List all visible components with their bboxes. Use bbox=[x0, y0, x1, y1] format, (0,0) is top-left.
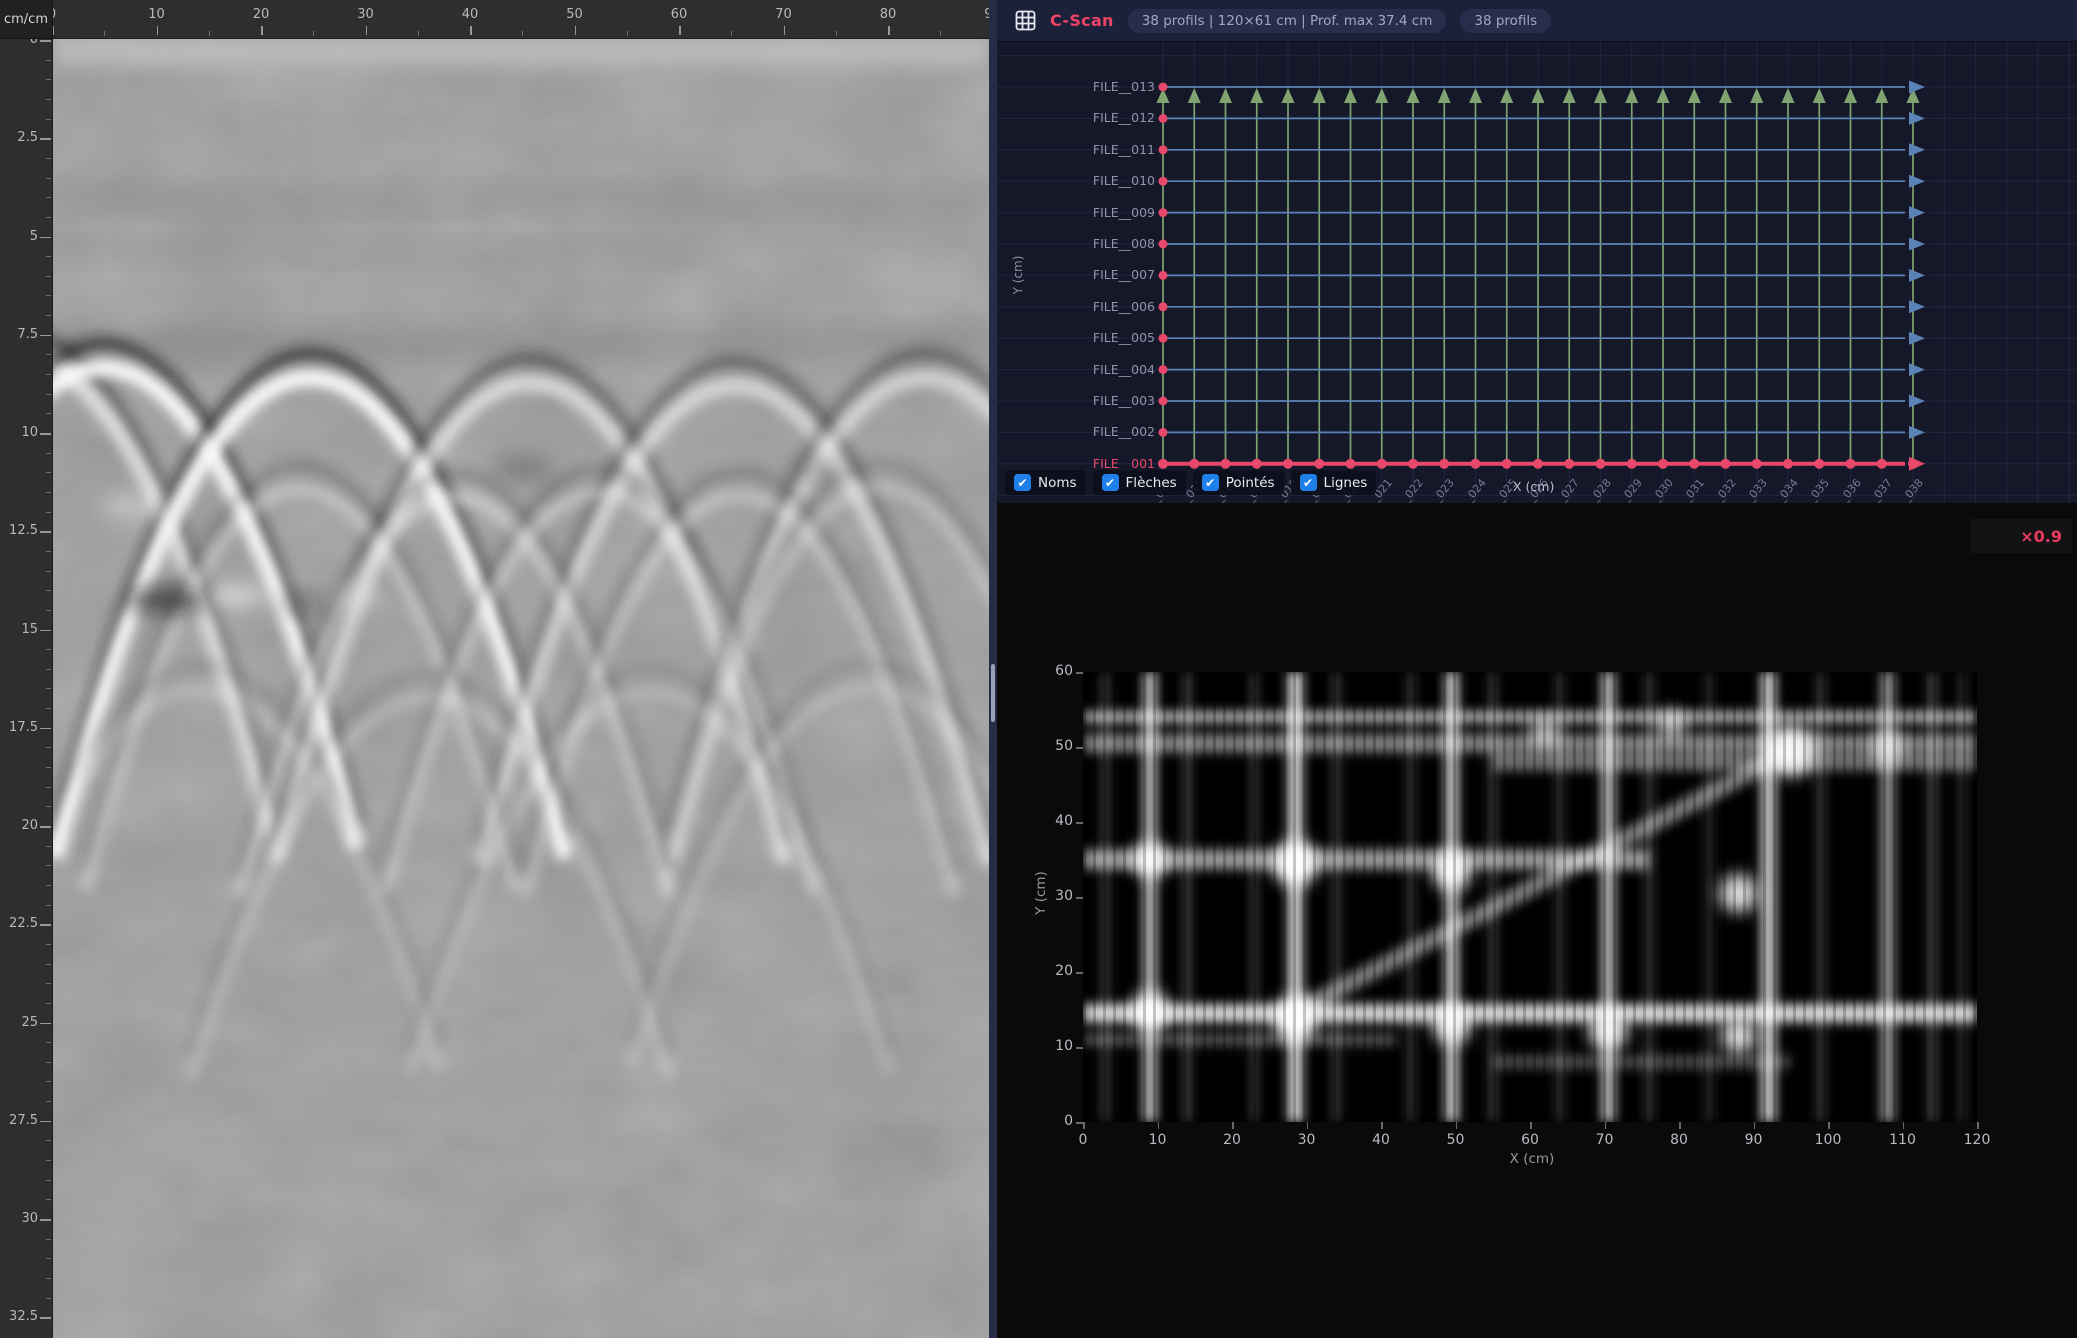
left-ruler-tick-label: 27.5 bbox=[0, 1113, 38, 1128]
checkbox-icon[interactable]: ✔ bbox=[1300, 474, 1317, 491]
map-x-tick-label: 20 bbox=[1214, 1132, 1250, 1148]
option-pointés[interactable]: ✔ Pointés bbox=[1193, 470, 1284, 495]
horizontal-ruler: 0102030405060708090 bbox=[52, 0, 989, 39]
map-y-tick-label: 50 bbox=[1039, 738, 1073, 754]
horizontal-profile-label[interactable]: FILE__009 bbox=[1085, 205, 1155, 220]
splitter-drag-handle[interactable] bbox=[991, 664, 995, 722]
cscan-title: C-Scan bbox=[1050, 11, 1114, 30]
cscan-heatmap[interactable] bbox=[1083, 672, 1977, 1122]
left-ruler-tick-label: 32.5 bbox=[0, 1309, 38, 1324]
grid-y-axis-label: Y (cm) bbox=[1011, 240, 1025, 310]
horizontal-profile-label[interactable]: FILE__007 bbox=[1085, 267, 1155, 282]
map-x-tick-label: 30 bbox=[1289, 1132, 1325, 1148]
checkbox-icon[interactable]: ✔ bbox=[1202, 474, 1219, 491]
horizontal-profile-label[interactable]: FILE__006 bbox=[1085, 299, 1155, 314]
bscan-panel: cm/cm 0102030405060708090 02.557.51012.5… bbox=[0, 0, 989, 1338]
checkbox-label: Noms bbox=[1038, 475, 1077, 491]
horizontal-profile-label[interactable]: FILE__001 bbox=[1085, 456, 1155, 471]
bscan-radargram-image[interactable] bbox=[52, 38, 989, 1338]
map-x-tick-label: 70 bbox=[1587, 1132, 1623, 1148]
ruler-unit-box: cm/cm bbox=[0, 0, 53, 39]
profile-count-badge: 38 profils bbox=[1460, 9, 1551, 33]
map-x-tick-label: 50 bbox=[1438, 1132, 1474, 1148]
checkbox-icon[interactable]: ✔ bbox=[1102, 474, 1119, 491]
left-ruler-tick-label: 15 bbox=[0, 622, 38, 637]
grid-icon bbox=[1015, 10, 1036, 31]
top-ruler-tick-label: 30 bbox=[356, 7, 376, 22]
map-x-tick-label: 100 bbox=[1810, 1132, 1846, 1148]
horizontal-profile-label[interactable]: FILE__011 bbox=[1085, 142, 1155, 157]
horizontal-profile-label[interactable]: FILE__012 bbox=[1085, 110, 1155, 125]
checkbox-label: Pointés bbox=[1226, 475, 1275, 491]
left-ruler-tick-label: 7.5 bbox=[0, 327, 38, 342]
map-x-tick-label: 80 bbox=[1661, 1132, 1697, 1148]
option-noms[interactable]: ✔ Noms bbox=[1005, 470, 1086, 495]
map-y-tick-label: 10 bbox=[1039, 1038, 1073, 1054]
map-x-axis-label: X (cm) bbox=[1492, 1151, 1572, 1167]
checkbox-label: Flèches bbox=[1126, 475, 1177, 491]
top-ruler-tick-label: 40 bbox=[460, 7, 480, 22]
horizontal-profile-label[interactable]: FILE__008 bbox=[1085, 236, 1155, 251]
checkbox-label: Lignes bbox=[1324, 475, 1368, 491]
cscan-grid-panel: C-Scan 38 profils | 120×61 cm | Prof. ma… bbox=[997, 0, 2077, 503]
map-y-axis-label: Y (cm) bbox=[1033, 858, 1049, 928]
left-ruler-tick-label: 20 bbox=[0, 818, 38, 833]
profile-grid-plot[interactable]: FILE__001 FILE__002 FILE__003 FILE__004 FILE… bbox=[997, 42, 2077, 503]
checkbox-icon[interactable]: ✔ bbox=[1014, 474, 1031, 491]
left-ruler-tick-label: 17.5 bbox=[0, 720, 38, 735]
top-ruler-tick-label: 80 bbox=[878, 7, 898, 22]
zoom-scale-badge: ×0.9 bbox=[1970, 519, 2072, 553]
cscan-map-panel: ×0.9 01020304050607080901001101200102030… bbox=[997, 503, 2077, 1338]
left-ruler-tick-label: 12.5 bbox=[0, 523, 38, 538]
map-x-tick-label: 110 bbox=[1885, 1132, 1921, 1148]
top-ruler-tick-label: 70 bbox=[774, 7, 794, 22]
option-lignes[interactable]: ✔ Lignes bbox=[1291, 470, 1377, 495]
left-ruler-tick-label: 25 bbox=[0, 1015, 38, 1030]
top-ruler-tick-label: 10 bbox=[147, 7, 167, 22]
map-y-tick-label: 40 bbox=[1039, 813, 1073, 829]
vertical-ruler: 02.557.51012.51517.52022.52527.53032.5 bbox=[0, 38, 53, 1338]
map-x-tick-label: 120 bbox=[1959, 1132, 1995, 1148]
map-x-tick-label: 90 bbox=[1736, 1132, 1772, 1148]
left-ruler-tick-label: 30 bbox=[0, 1211, 38, 1226]
map-x-tick-label: 0 bbox=[1065, 1132, 1101, 1148]
zoom-scale-value: ×0.9 bbox=[2020, 527, 2062, 546]
cscan-header: C-Scan 38 profils | 120×61 cm | Prof. ma… bbox=[997, 0, 2077, 42]
grid-x-axis-label: X (cm) bbox=[1513, 479, 1554, 494]
horizontal-profile-label[interactable]: FILE__010 bbox=[1085, 173, 1155, 188]
map-y-tick-label: 60 bbox=[1039, 663, 1073, 679]
display-options-row: ✔ Noms ✔ Flèches ✔ Pointés ✔ Lignes bbox=[1005, 470, 1376, 495]
horizontal-profile-label[interactable]: FILE__002 bbox=[1085, 424, 1155, 439]
top-ruler-tick-label: 50 bbox=[565, 7, 585, 22]
top-ruler-tick-label: 20 bbox=[251, 7, 271, 22]
top-ruler-tick-label: 60 bbox=[669, 7, 689, 22]
map-y-tick-label: 20 bbox=[1039, 963, 1073, 979]
left-ruler-tick-label: 2.5 bbox=[0, 130, 38, 145]
left-ruler-tick-label: 22.5 bbox=[0, 916, 38, 931]
left-ruler-tick-label: 10 bbox=[0, 425, 38, 440]
map-x-tick-label: 60 bbox=[1512, 1132, 1548, 1148]
ruler-unit-label: cm/cm bbox=[4, 12, 48, 27]
horizontal-profile-label[interactable]: FILE__003 bbox=[1085, 393, 1155, 408]
map-y-tick-label: 0 bbox=[1039, 1113, 1073, 1129]
map-x-tick-label: 10 bbox=[1140, 1132, 1176, 1148]
horizontal-profile-label[interactable]: FILE__005 bbox=[1085, 330, 1155, 345]
horizontal-profile-label[interactable]: FILE__013 bbox=[1085, 79, 1155, 94]
left-ruler-tick-label: 5 bbox=[0, 229, 38, 244]
option-flèches[interactable]: ✔ Flèches bbox=[1093, 470, 1186, 495]
top-ruler-tick-label: 90 bbox=[983, 7, 990, 22]
horizontal-profile-label[interactable]: FILE__004 bbox=[1085, 362, 1155, 377]
map-x-tick-label: 40 bbox=[1363, 1132, 1399, 1148]
scan-summary-badge: 38 profils | 120×61 cm | Prof. max 37.4 … bbox=[1128, 9, 1447, 33]
